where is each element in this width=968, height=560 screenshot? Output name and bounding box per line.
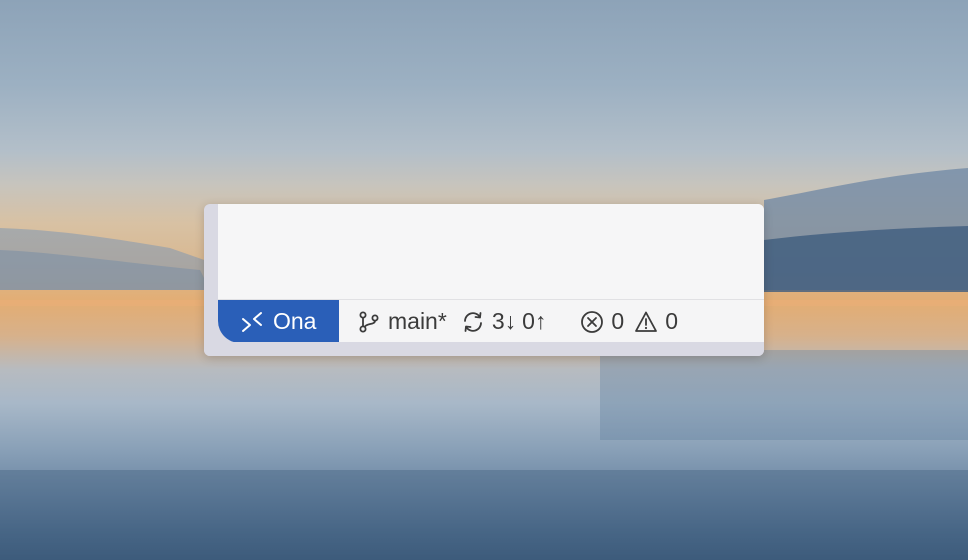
remote-indicator[interactable]: Ona: [218, 300, 339, 343]
branch-label: main*: [388, 308, 447, 334]
remote-label: Ona: [273, 308, 317, 334]
window-bottom-edge: [204, 342, 764, 356]
remote-icon: [242, 311, 262, 332]
problems-indicator[interactable]: 0 0: [580, 300, 678, 343]
sync-indicator[interactable]: 3↓ 0↑: [461, 300, 547, 343]
branch-indicator[interactable]: main*: [357, 300, 447, 343]
sync-outgoing: 0↑: [522, 308, 547, 334]
error-count: 0: [611, 308, 625, 334]
git-branch-icon: [359, 311, 379, 332]
status-bar: Ona main* 3↓ 0↑ 0 0: [218, 299, 764, 343]
sync-incoming: 3↓: [491, 308, 517, 334]
editor-area: [218, 204, 764, 299]
error-icon: [581, 310, 604, 333]
warning-count: 0: [665, 308, 678, 334]
warning-icon: [635, 311, 658, 332]
status-bar-window: Ona main* 3↓ 0↑ 0 0: [204, 204, 764, 356]
sync-icon: [463, 311, 482, 332]
